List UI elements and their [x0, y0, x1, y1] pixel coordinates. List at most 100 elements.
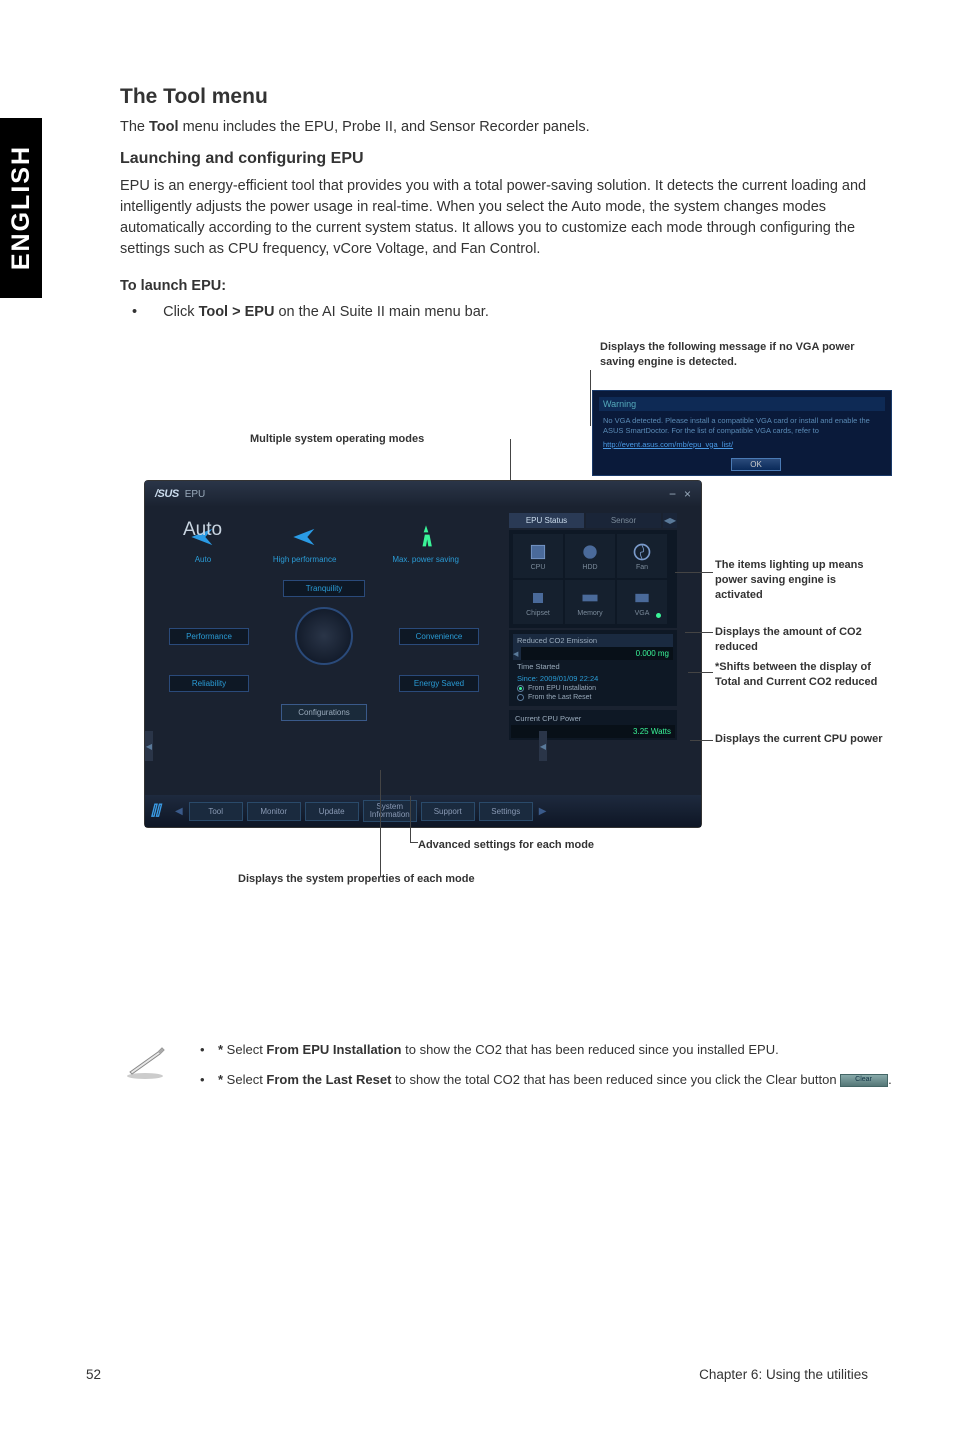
- text: to show the total CO2 that has been redu…: [391, 1072, 840, 1087]
- text: Select: [223, 1042, 266, 1057]
- leader-line: [380, 770, 381, 876]
- text: Click: [163, 304, 198, 320]
- bold-tool: Tool: [149, 119, 179, 135]
- leader-line: [410, 796, 411, 842]
- status-label: VGA: [635, 610, 650, 617]
- minimize-icon[interactable]: −: [669, 487, 676, 501]
- emission-nav-icon[interactable]: ◀: [513, 647, 521, 660]
- run-icon: [412, 523, 440, 551]
- diagram: Displays the following message if no VGA…: [120, 340, 900, 1000]
- energy-saved-label: Energy Saved: [399, 675, 479, 692]
- nav-tool[interactable]: Tool: [189, 802, 243, 821]
- emission-value: 0.000 mg: [521, 647, 673, 660]
- close-icon[interactable]: ×: [684, 487, 691, 501]
- tranquility-row: Tranquility: [161, 580, 487, 597]
- tabs: EPU Status Sensor ◀▶: [509, 513, 677, 528]
- reliability-label: Reliability: [169, 675, 249, 692]
- leader-line: [675, 572, 713, 573]
- mode-label: High performance: [273, 555, 337, 564]
- subheading-to-launch: To launch EPU:: [120, 278, 900, 294]
- note-icon: [120, 1040, 170, 1080]
- radio-from-reset[interactable]: From the Last Reset: [513, 693, 673, 702]
- tranquility-label: Tranquility: [283, 580, 366, 597]
- asus-logo: /SUS: [155, 488, 179, 500]
- note-item-1: * Select From EPU Installation to show t…: [200, 1040, 892, 1060]
- emission-header: Reduced CO2 Emission: [513, 634, 673, 647]
- ai-logo-icon: ⫿⫿: [151, 802, 169, 820]
- callout-co2: Displays the amount of CO2 reduced: [715, 625, 885, 655]
- nav-right-icon[interactable]: ▶: [537, 806, 549, 817]
- config-row: Configurations: [161, 704, 487, 721]
- nav-bar: ⫿⫿ ◀ Tool Monitor Update SystemInformati…: [145, 795, 701, 827]
- title-left: /SUS EPU: [155, 488, 205, 500]
- epu-body: ◀ ◀ Auto Auto High performance: [145, 507, 701, 795]
- tab-nav-icon[interactable]: ◀▶: [663, 513, 677, 528]
- status-cpu: CPU: [513, 534, 563, 578]
- warning-link[interactable]: http://event.asus.com/mb/epu_vga_list/: [599, 438, 885, 451]
- cpu-icon: [526, 542, 550, 562]
- radio-label: From EPU Installation: [528, 685, 596, 692]
- text: Select: [223, 1072, 266, 1087]
- footer: 52 Chapter 6: Using the utilities: [86, 1367, 868, 1382]
- tab-epu-status[interactable]: EPU Status: [509, 513, 584, 528]
- text: .: [888, 1072, 892, 1087]
- callout-power: Displays the current CPU power: [715, 732, 885, 747]
- chipset-icon: [526, 588, 550, 608]
- nav-update[interactable]: Update: [305, 802, 359, 821]
- leader-line: [685, 632, 713, 633]
- page: The Tool menu The Tool menu includes the…: [0, 0, 954, 1099]
- leader-line: [690, 740, 713, 741]
- note-list: * Select From EPU Installation to show t…: [200, 1040, 892, 1099]
- row2: Reliability Energy Saved: [161, 675, 487, 692]
- tab-sensor[interactable]: Sensor: [586, 513, 661, 528]
- auto-label: Auto: [183, 519, 222, 541]
- warning-dialog: Warning No VGA detected. Please install …: [592, 390, 892, 476]
- bold-path: Tool > EPU: [199, 304, 275, 320]
- convenience-label: Convenience: [399, 628, 479, 645]
- leader-line: [590, 370, 591, 426]
- status-memory: Memory: [565, 580, 615, 624]
- leader-line: [688, 672, 713, 673]
- text: on the AI Suite II main menu bar.: [274, 304, 488, 320]
- window-controls: − ×: [669, 487, 691, 501]
- configurations-button[interactable]: Configurations: [281, 704, 367, 721]
- emission-panel: Reduced CO2 Emission ◀0.000 mg Time Star…: [509, 630, 677, 706]
- radio-label: From the Last Reset: [528, 694, 591, 701]
- bold-text: From EPU Installation: [266, 1042, 401, 1057]
- status-label: HDD: [582, 564, 597, 571]
- mode-label: Max. power saving: [392, 555, 459, 564]
- mode-high[interactable]: High performance: [273, 523, 337, 564]
- para-epu-desc: EPU is an energy-efficient tool that pro…: [120, 176, 900, 260]
- radio-from-install[interactable]: From EPU Installation: [513, 684, 673, 693]
- status-fan: Fan: [617, 534, 667, 578]
- nav-settings[interactable]: Settings: [479, 802, 533, 821]
- page-number: 52: [86, 1367, 101, 1382]
- callout-shift: *Shifts between the display of Total and…: [715, 660, 885, 690]
- epu-right-panel: EPU Status Sensor ◀▶ CPU HDD Fan Chipset…: [503, 507, 683, 795]
- plane-icon: [291, 523, 319, 551]
- radio-icon: [517, 694, 524, 701]
- nav-monitor[interactable]: Monitor: [247, 802, 301, 821]
- radio-icon: [517, 685, 524, 692]
- status-label: CPU: [531, 564, 546, 571]
- scroll-right-icon[interactable]: ◀: [539, 731, 547, 761]
- mode-max[interactable]: Max. power saving: [392, 523, 459, 564]
- ok-button[interactable]: OK: [731, 458, 781, 471]
- title-bar: /SUS EPU − ×: [145, 481, 701, 507]
- warning-title: Warning: [599, 397, 885, 411]
- callout-items: The items lighting up means power saving…: [715, 558, 885, 603]
- leader-line: [410, 842, 418, 843]
- status-grid: CPU HDD Fan Chipset Memory VGA: [509, 530, 677, 628]
- bold-text: From the Last Reset: [266, 1072, 391, 1087]
- nav-sysinfo[interactable]: SystemInformation: [363, 800, 417, 822]
- power-value: 3.25 Watts: [511, 725, 675, 738]
- nav-left-icon[interactable]: ◀: [173, 806, 185, 817]
- fan-icon: [630, 542, 654, 562]
- vga-icon: [630, 588, 654, 608]
- nav-support[interactable]: Support: [421, 802, 475, 821]
- warning-text: No VGA detected. Please install a compat…: [599, 414, 885, 438]
- tuning-knob[interactable]: [295, 607, 353, 665]
- status-chipset: Chipset: [513, 580, 563, 624]
- status-label: Chipset: [526, 610, 550, 617]
- text: Information: [370, 810, 410, 819]
